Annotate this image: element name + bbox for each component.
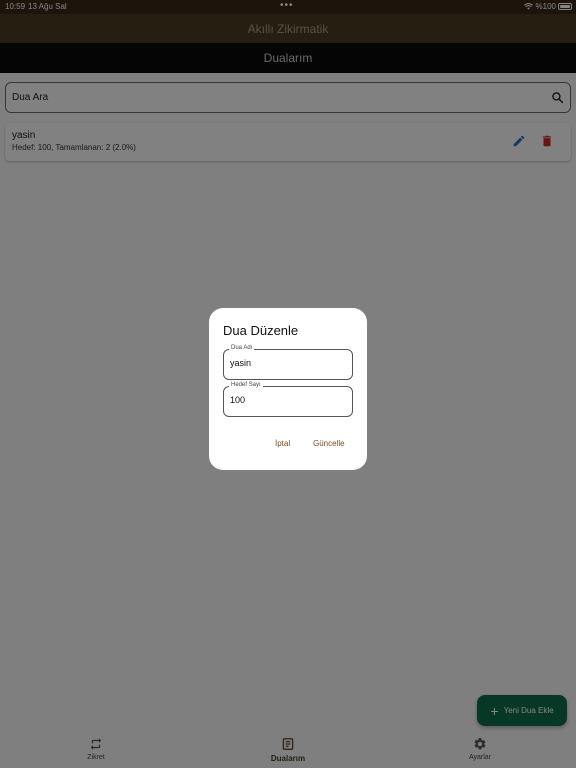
dialog-title: Dua Düzenle bbox=[223, 323, 299, 338]
prayer-name-input[interactable] bbox=[230, 358, 345, 368]
cancel-button[interactable]: İptal bbox=[275, 439, 290, 448]
target-count-input[interactable] bbox=[230, 395, 345, 405]
target-count-label: Hedef Sayı bbox=[229, 382, 263, 388]
update-button[interactable]: Güncelle bbox=[313, 439, 345, 448]
target-count-field[interactable]: Hedef Sayı bbox=[223, 382, 353, 417]
prayer-name-field[interactable]: Dua Adı bbox=[223, 345, 353, 380]
edit-prayer-dialog: Dua Düzenle Dua Adı Hedef Sayı İptal Gün… bbox=[209, 308, 367, 470]
prayer-name-label: Dua Adı bbox=[229, 345, 255, 351]
